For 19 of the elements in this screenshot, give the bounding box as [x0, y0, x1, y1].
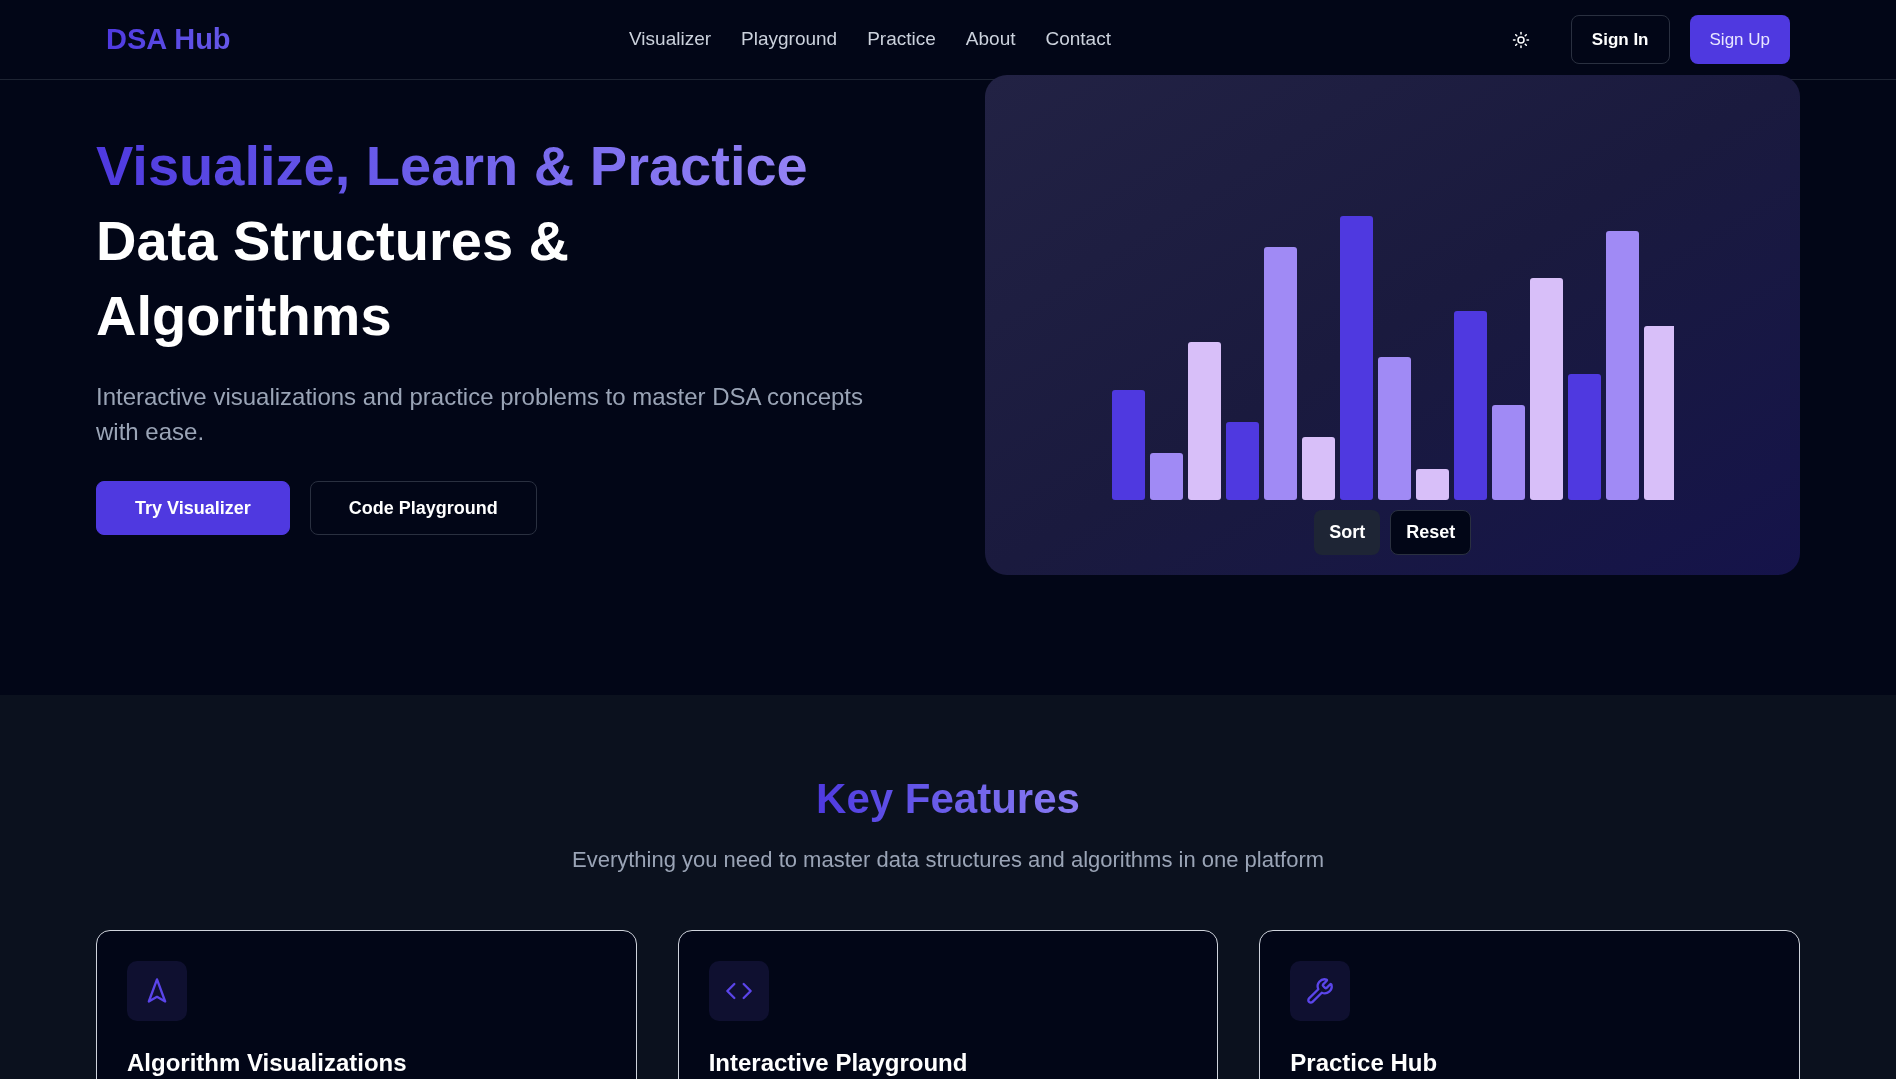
sign-up-button[interactable]: Sign Up	[1689, 15, 1790, 64]
sort-button[interactable]: Sort	[1314, 510, 1381, 555]
nav-link[interactable]: Practice	[867, 25, 936, 54]
feature-title: Practice Hub	[1290, 1048, 1438, 1078]
hero-subtitle: Interactive visualizations and practice problems to master DSA concepts with ease.	[96, 382, 865, 447]
try-visualizer-button[interactable]: Try Visualizer	[96, 481, 290, 535]
code-playground-button[interactable]: Code Playground	[309, 481, 537, 535]
nav-link[interactable]: Playground	[741, 25, 838, 54]
feature-title: Interactive Playground	[708, 1048, 968, 1078]
wrench-icon	[1306, 977, 1335, 1005]
sign-in-button[interactable]: Sign In	[1570, 15, 1670, 64]
section-subtitle: Everything you need to master data structures and algorithms in one platform	[571, 846, 1325, 874]
feature-title: Algorithm Visualizations	[127, 1048, 407, 1078]
nav-link[interactable]: About	[965, 25, 1016, 54]
nav-link[interactable]: Visualizer	[629, 25, 712, 54]
sun-icon	[1511, 30, 1530, 49]
hero-title: Data Structures & Algorithms	[96, 208, 571, 349]
reset-button[interactable]: Reset	[1390, 510, 1472, 555]
nav-link[interactable]: Contact	[1045, 25, 1111, 54]
